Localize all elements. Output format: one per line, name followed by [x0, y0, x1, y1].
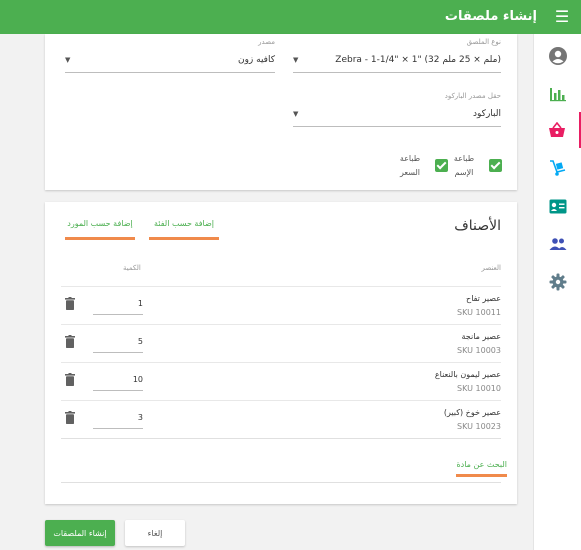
nav-settings[interactable] [534, 264, 581, 300]
items-card: الأصناف إضافة حسب الفئة إضافة حسب المورد… [45, 202, 517, 504]
user-circle-icon [549, 47, 567, 65]
side-navigation [533, 34, 581, 550]
trash-icon[interactable] [65, 411, 75, 424]
trash-icon[interactable] [65, 297, 75, 310]
item-sku: SKU 10003 [457, 346, 501, 355]
table-row: عصير مانجة SKU 10003 5 [61, 324, 501, 362]
search-item-input[interactable]: البحث عن مادة [456, 460, 507, 477]
print-price-label-line1: طباعة [399, 154, 421, 163]
gear-icon [549, 273, 567, 291]
trash-icon[interactable] [65, 373, 75, 386]
quantity-input[interactable]: 1 [93, 295, 143, 315]
table-row: عصير خوخ (كبير) SKU 10023 3 [61, 400, 501, 438]
search-underline [61, 482, 501, 483]
dropdown-arrow-icon: ▼ [293, 56, 299, 64]
nav-inventory[interactable] [534, 150, 581, 186]
item-sku: SKU 10010 [457, 384, 501, 393]
item-name: عصير تفاح [466, 294, 501, 303]
item-sku: SKU 10011 [457, 308, 501, 317]
dropdown-arrow-icon: ▼ [65, 56, 71, 64]
table-row: عصير تفاح SKU 10011 1 [61, 286, 501, 324]
supplier-value: كافيه زون [237, 55, 275, 65]
dropdown-arrow-icon: ▼ [293, 110, 299, 118]
contact-card-icon [549, 199, 567, 213]
trash-icon[interactable] [65, 335, 75, 348]
label-type-value: Zebra - 1-1/4" × 1" (32 ملم × 25 ملم) [335, 55, 501, 65]
hamburger-menu-icon[interactable]: ☰ [553, 8, 571, 26]
tab-add-by-category[interactable]: إضافة حسب الفئة [149, 219, 219, 240]
quantity-input[interactable]: 10 [93, 371, 143, 391]
table-row: عصير ليمون بالنعناع SKU 10010 10 [61, 362, 501, 400]
quantity-input[interactable]: 5 [93, 333, 143, 353]
print-name-checkbox[interactable] [489, 159, 502, 172]
page-title: إنشاء ملصقات [444, 9, 537, 24]
nav-sales[interactable] [534, 112, 581, 148]
tab-add-by-supplier[interactable]: إضافة حسب المورد [65, 219, 135, 240]
barcode-source-label: حقل مصدر الباركود [444, 92, 501, 100]
top-app-bar: ☰ إنشاء ملصقات [0, 0, 581, 34]
print-price-checkbox[interactable] [435, 159, 448, 172]
cancel-button[interactable]: إلغاء [125, 520, 185, 546]
nav-reports[interactable] [534, 76, 581, 112]
quantity-input[interactable]: 3 [93, 409, 143, 429]
column-header-item: العنصر [481, 264, 502, 272]
people-icon [549, 238, 567, 250]
print-name-option: طباعة الإسم [445, 152, 505, 182]
nav-employees[interactable] [534, 226, 581, 262]
print-price-label-line2: السعر [399, 168, 421, 177]
bar-chart-icon [550, 88, 566, 102]
row-divider [61, 438, 501, 439]
label-settings-card: نوع الملصق Zebra - 1-1/4" × 1" (32 ملم ×… [45, 34, 517, 190]
nav-customers[interactable] [534, 188, 581, 224]
item-name: عصير ليمون بالنعناع [434, 370, 501, 379]
barcode-source-value: الباركود [473, 109, 501, 119]
print-name-label-line1: طباعة [453, 154, 475, 163]
column-header-quantity: الكمية [123, 264, 141, 272]
label-type-label: نوع الملصق [466, 38, 501, 46]
print-price-option: طباعة السعر [385, 152, 448, 182]
item-sku: SKU 10023 [457, 422, 501, 431]
item-name: عصير مانجة [461, 332, 501, 341]
items-section-title: الأصناف [454, 218, 501, 234]
nav-profile[interactable] [534, 38, 581, 74]
hand-truck-icon [550, 160, 566, 176]
print-name-label-line2: الإسم [454, 168, 474, 177]
basket-icon [548, 122, 565, 137]
item-name: عصير خوخ (كبير) [443, 408, 501, 417]
supplier-label: مصدر [258, 38, 275, 46]
create-labels-button[interactable]: إنشاء الملصقات [45, 520, 115, 546]
